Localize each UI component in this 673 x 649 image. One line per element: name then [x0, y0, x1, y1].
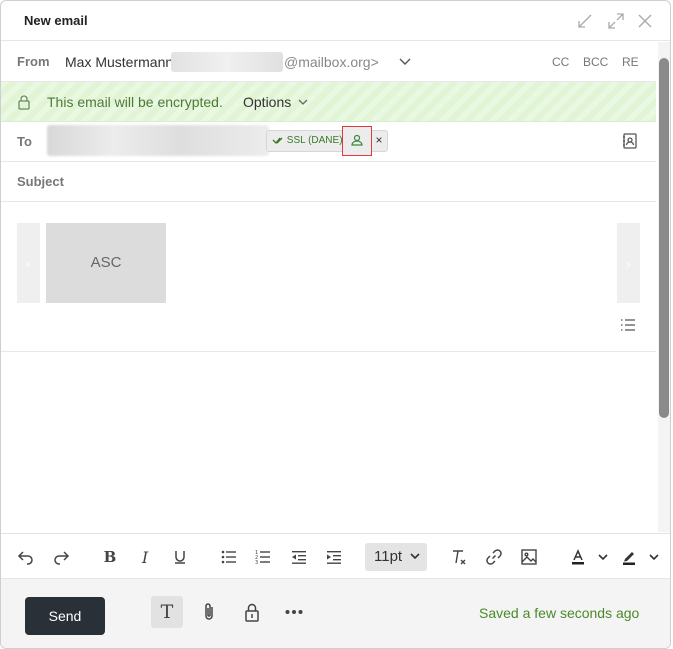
encryption-options-button[interactable]: Options	[243, 94, 291, 110]
title-bar: New email	[1, 1, 670, 41]
sender-address-redacted	[171, 52, 283, 72]
maximize-icon[interactable]	[606, 11, 626, 31]
paperclip-icon	[205, 603, 213, 620]
italic-button[interactable]: I	[134, 546, 156, 568]
contact-icon	[351, 134, 363, 146]
increase-indent-button[interactable]	[323, 546, 345, 568]
scrollbar[interactable]	[658, 42, 670, 532]
compose-footer: Send T Saved a few seconds ago	[1, 578, 670, 648]
reply-to-link[interactable]: RE	[622, 55, 639, 69]
contact-details-button[interactable]	[342, 126, 372, 156]
svg-text:3: 3	[255, 560, 258, 565]
window-title: New email	[24, 13, 88, 28]
encryption-toggle-button[interactable]	[236, 596, 268, 628]
remove-recipient-button[interactable]: ×	[372, 133, 386, 147]
ssl-dane-badge: SSL (DANE)	[272, 135, 343, 146]
chevron-down-icon	[410, 553, 420, 560]
text-color-button[interactable]	[567, 546, 589, 568]
recipient-address-redacted	[47, 125, 269, 156]
attachments-area: ‹ ASC ›	[1, 202, 656, 352]
insert-image-button[interactable]	[518, 546, 540, 568]
to-row: To SSL (DANE) ×	[1, 122, 656, 162]
more-icon	[285, 610, 303, 614]
list-view-icon[interactable]	[620, 317, 636, 333]
clear-formatting-icon	[453, 550, 466, 565]
redo-icon	[54, 551, 70, 565]
underline-icon	[175, 551, 185, 564]
image-icon	[521, 549, 537, 565]
next-attachment-button[interactable]: ›	[617, 223, 640, 303]
highlight-color-dropdown[interactable]	[643, 546, 665, 568]
clear-formatting-button[interactable]	[448, 546, 470, 568]
bullet-list-icon	[221, 550, 236, 564]
formatting-toggle-button[interactable]: T	[151, 596, 183, 628]
attachment-preview[interactable]: ASC	[46, 223, 166, 303]
highlight-color-button[interactable]	[618, 546, 640, 568]
check-icon	[272, 137, 283, 144]
ssl-dane-label: SSL (DANE)	[286, 135, 343, 146]
sender-name[interactable]: Max Mustermann	[65, 54, 173, 70]
insert-link-button[interactable]	[483, 546, 505, 568]
indent-icon	[327, 551, 341, 564]
attach-file-button[interactable]	[193, 596, 225, 628]
encryption-message: This email will be encrypted.	[47, 94, 223, 110]
link-icon	[486, 549, 502, 565]
underline-button[interactable]	[169, 546, 191, 568]
send-button[interactable]: Send	[25, 597, 105, 635]
outdent-icon	[292, 551, 306, 564]
recipient-chip[interactable]: SSL (DANE) ×	[266, 126, 388, 156]
bold-button[interactable]: B	[99, 546, 121, 568]
sender-domain: @mailbox.org>	[284, 54, 379, 70]
chevron-down-icon[interactable]	[296, 95, 310, 109]
highlighter-icon	[623, 552, 635, 565]
font-size-select[interactable]: 11pt	[365, 543, 427, 571]
message-body[interactable]	[1, 353, 656, 531]
numbered-list-button[interactable]: 123	[252, 546, 274, 568]
save-status: Saved a few seconds ago	[479, 605, 640, 621]
minimize-icon[interactable]	[575, 11, 595, 31]
chevron-down-icon	[649, 554, 659, 561]
compose-window: New email From Max Mustermann @mailbox.o…	[0, 0, 671, 649]
subject-label: Subject	[17, 174, 64, 189]
chevron-down-icon[interactable]	[397, 53, 413, 69]
undo-icon	[17, 551, 33, 565]
previous-attachment-button[interactable]: ‹	[17, 223, 40, 303]
bullet-list-button[interactable]	[218, 546, 240, 568]
text-color-icon	[572, 549, 584, 565]
lock-icon	[245, 603, 259, 622]
lock-icon	[18, 95, 30, 110]
subject-row[interactable]: Subject	[1, 162, 656, 202]
more-options-button[interactable]	[278, 596, 310, 628]
redo-button[interactable]	[50, 546, 72, 568]
scrollbar-thumb[interactable]	[659, 58, 669, 418]
close-icon[interactable]	[635, 11, 655, 31]
numbered-list-icon: 123	[255, 550, 270, 565]
font-size-value: 11pt	[374, 548, 403, 565]
encryption-banner: This email will be encrypted. Options	[1, 82, 656, 122]
from-label: From	[17, 54, 50, 69]
bcc-link[interactable]: BCC	[583, 55, 608, 69]
decrease-indent-button[interactable]	[288, 546, 310, 568]
cc-link[interactable]: CC	[552, 55, 569, 69]
chevron-down-icon	[598, 554, 608, 561]
to-label: To	[17, 134, 32, 149]
address-book-icon[interactable]	[621, 132, 639, 150]
formatting-toolbar: B I 123 11pt	[1, 533, 670, 578]
text-color-dropdown[interactable]	[592, 546, 614, 568]
undo-button[interactable]	[15, 546, 37, 568]
from-row: From Max Mustermann @mailbox.org> CC BCC…	[1, 42, 656, 82]
